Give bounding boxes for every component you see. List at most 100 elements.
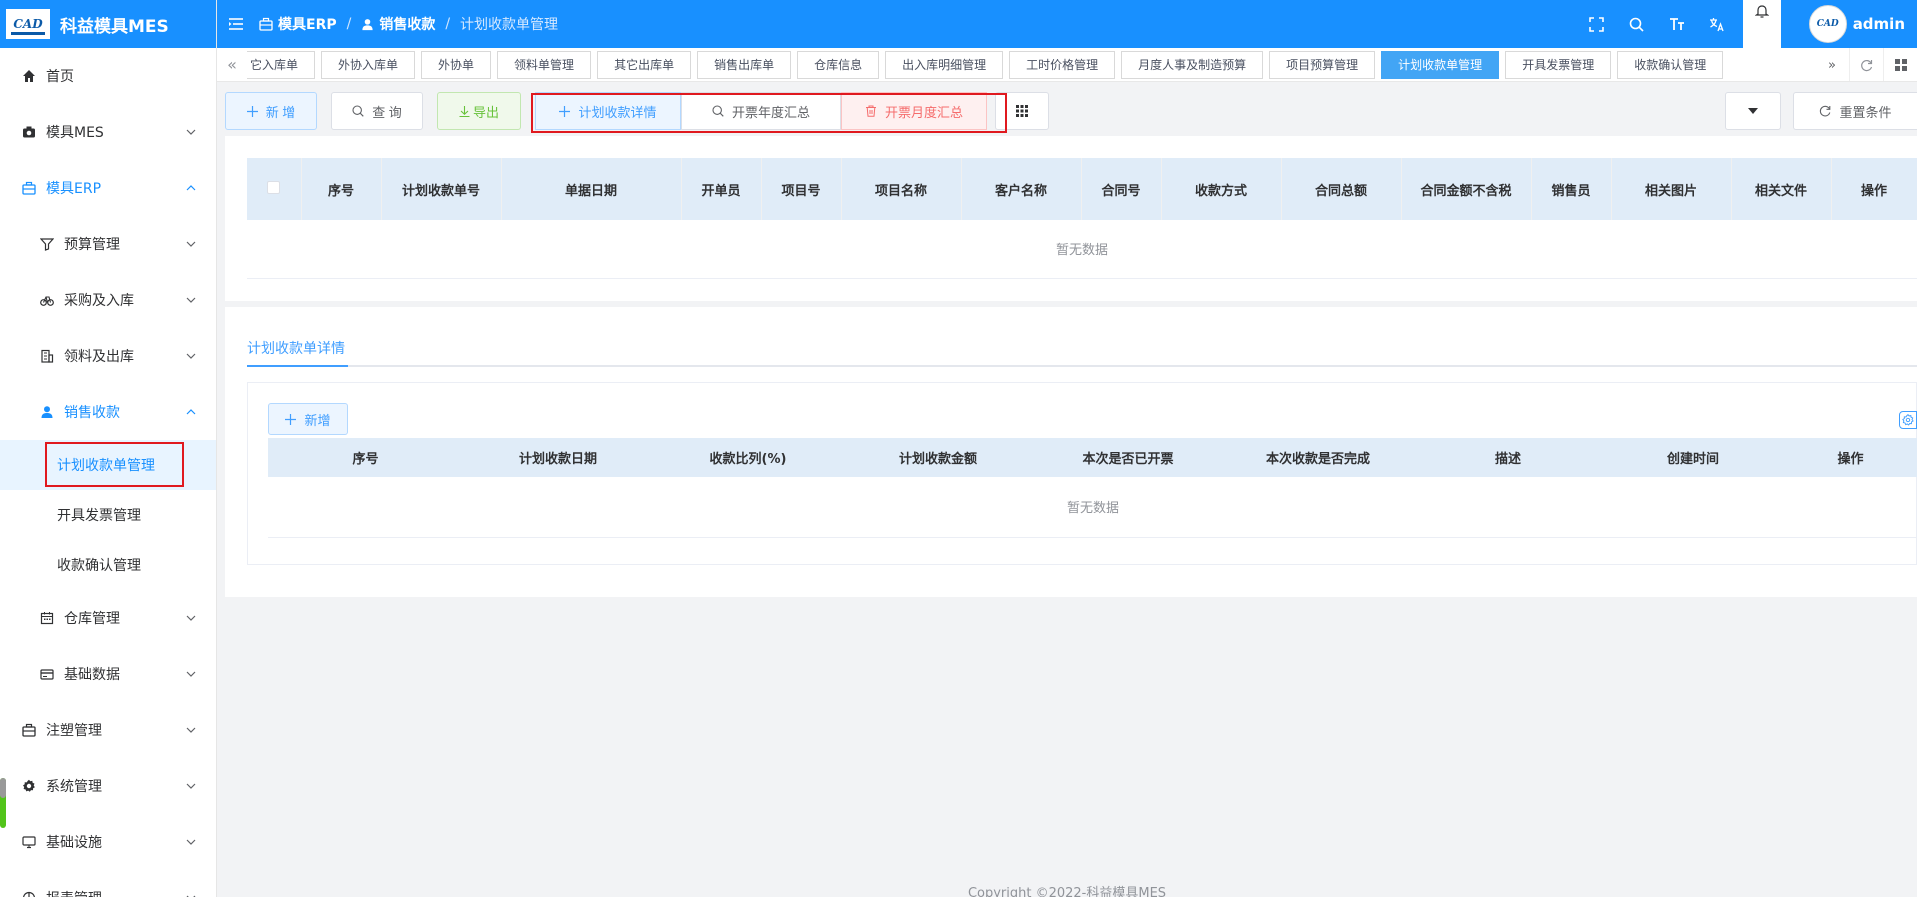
tab-item[interactable]: 外协单 — [421, 50, 492, 79]
font-size-icon[interactable] — [1657, 0, 1697, 48]
breadcrumb-item-sales[interactable]: 销售收款 — [361, 14, 435, 34]
invoice-month-label: 开票月度汇总 — [884, 104, 963, 120]
tab-item[interactable]: 销售出库单 — [697, 50, 792, 79]
breadcrumb-separator: / — [445, 16, 451, 32]
more-dropdown-button[interactable] — [1725, 92, 1781, 130]
tab-item[interactable]: 领料单管理 — [497, 50, 592, 79]
breadcrumb-item-erp[interactable]: 模具ERP — [259, 14, 337, 34]
add-button-label: 新 增 — [265, 104, 296, 120]
chevron-down-icon — [186, 615, 196, 621]
tab-item[interactable]: 其它出库单 — [597, 50, 692, 79]
sidebar-item-injection[interactable]: 注塑管理 — [0, 702, 216, 758]
detail-add-button[interactable]: 新增 — [268, 403, 348, 435]
logo-text: CAD — [13, 17, 43, 31]
column-header: 销售员 — [1531, 158, 1612, 220]
chevron-down-icon — [186, 671, 196, 677]
breadcrumb: 模具ERP / 销售收款 / 计划收款单管理 — [259, 14, 558, 34]
invoice-year-summary-button[interactable]: 开票年度汇总 — [681, 92, 841, 130]
column-header: 项目号 — [761, 158, 842, 220]
tab-item[interactable]: 月度人事及制造预算 — [1121, 50, 1264, 79]
sidebar-item-base-data[interactable]: 基础数据 — [0, 646, 216, 702]
bicycle-icon — [40, 293, 54, 307]
settings-float-button[interactable] — [1899, 411, 1917, 429]
detail-tabs: 计划收款单详情 — [247, 337, 1917, 367]
tabs-scroll-left-icon[interactable]: « — [217, 48, 247, 81]
column-header: 计划收款日期 — [463, 438, 653, 477]
sidebar-item-mold-erp[interactable]: 模具ERP — [0, 160, 216, 216]
notification-button[interactable] — [1742, 0, 1781, 48]
tab-item[interactable]: 出入库明细管理 — [885, 50, 1004, 79]
chevron-down-icon — [186, 783, 196, 789]
sidebar-item-receipt-confirm[interactable]: 收款确认管理 — [0, 540, 216, 590]
column-header: 合同总额 — [1281, 158, 1402, 220]
sidebar-scrollbar-thumb[interactable] — [0, 778, 6, 798]
plan-detail-button[interactable]: 计划收款详情 — [535, 92, 681, 130]
translate-icon[interactable] — [1697, 0, 1737, 48]
column-header: 合同号 — [1081, 158, 1162, 220]
sidebar-item-mold-mes[interactable]: 模具MES — [0, 104, 216, 160]
column-header: 相关图片 — [1611, 158, 1732, 220]
column-header: 项目名称 — [841, 158, 962, 220]
sidebar-item-infrastructure[interactable]: 基础设施 — [0, 814, 216, 870]
sidebar-item-purchase[interactable]: 采购及入库 — [0, 272, 216, 328]
tab-item[interactable]: 计划收款单管理 — [1381, 50, 1500, 79]
chevron-down-icon — [186, 895, 196, 897]
column-header: 本次收款是否完成 — [1223, 438, 1413, 477]
user-menu[interactable]: CAD admin — [1808, 5, 1905, 43]
tab-item[interactable]: 收款确认管理 — [1617, 50, 1724, 79]
column-header: 描述 — [1413, 438, 1603, 477]
grid-menu-icon[interactable] — [1883, 48, 1917, 81]
detail-table: 序号 计划收款日期 收款比列(%) 计划收款金额 本次是否已开票 本次收款是否完成 描述 创建… — [268, 438, 1917, 538]
query-button[interactable]: 查 询 — [331, 92, 423, 130]
grid-icon — [1016, 105, 1028, 117]
export-button-label: 导出 — [472, 104, 499, 120]
fullscreen-icon[interactable] — [1577, 0, 1617, 48]
footer-copyright: Copyright ©2022-科益模具MES — [967, 886, 1167, 897]
tab-item[interactable]: 外协入库单 — [321, 50, 416, 79]
app-title: 科益模具MES — [60, 16, 169, 37]
export-button[interactable]: 导出 — [437, 92, 521, 130]
empty-row: 暂无数据 — [247, 220, 1917, 279]
select-all-checkbox[interactable] — [267, 180, 281, 194]
invoice-month-summary-button[interactable]: 开票月度汇总 — [841, 92, 987, 130]
tab-item[interactable]: 项目预算管理 — [1269, 50, 1376, 79]
hamburger-icon[interactable] — [229, 18, 243, 30]
tab-plan-receipt-detail[interactable]: 计划收款单详情 — [247, 337, 348, 367]
column-settings-button[interactable] — [995, 92, 1049, 130]
chevron-down-icon — [186, 727, 196, 733]
sidebar-item-label: 模具MES — [46, 125, 104, 141]
sidebar-item-label: 系统管理 — [46, 779, 102, 795]
chevron-up-icon — [186, 409, 196, 415]
trash-icon — [865, 105, 877, 117]
tabs-scroll-right-icon[interactable]: » — [1815, 48, 1849, 81]
breadcrumb-current: 计划收款单管理 — [460, 17, 559, 33]
breadcrumb-label: 模具ERP — [278, 17, 337, 33]
invoice-year-label: 开票年度汇总 — [731, 104, 810, 120]
chevron-up-icon — [186, 185, 196, 191]
select-all-cell — [247, 158, 302, 220]
sidebar-item-home[interactable]: 首页 — [0, 48, 216, 104]
sidebar-item-system[interactable]: 系统管理 — [0, 758, 216, 814]
sidebar-item-sales-receipt[interactable]: 销售收款 — [0, 384, 216, 440]
search-icon[interactable] — [1617, 0, 1657, 48]
camera-icon — [22, 125, 36, 139]
sidebar-item-invoice[interactable]: 开具发票管理 — [0, 490, 216, 540]
sidebar-item-budget[interactable]: 预算管理 — [0, 216, 216, 272]
reset-conditions-button[interactable]: 重置条件 — [1793, 92, 1917, 130]
avatar-text: CAD — [1816, 19, 1839, 29]
plus-icon — [246, 105, 258, 117]
sidebar-item-reports[interactable]: 报表管理 — [0, 870, 216, 897]
query-button-label: 查 询 — [372, 104, 402, 120]
tab-item[interactable]: 工时价格管理 — [1009, 50, 1116, 79]
search-icon — [712, 105, 724, 117]
refresh-icon[interactable] — [1849, 48, 1883, 81]
sidebar-item-warehouse[interactable]: 仓库管理 — [0, 590, 216, 646]
column-header: 序号 — [301, 158, 382, 220]
detail-add-label: 新增 — [304, 412, 331, 428]
sidebar-item-material-out[interactable]: 领料及出库 — [0, 328, 216, 384]
sidebar-item-plan-receipt[interactable]: 计划收款单管理 — [0, 440, 216, 490]
tab-item[interactable]: 它入库单 — [247, 50, 316, 79]
add-button[interactable]: 新 增 — [225, 92, 317, 130]
tab-item[interactable]: 仓库信息 — [797, 50, 880, 79]
tab-item[interactable]: 开具发票管理 — [1505, 50, 1612, 79]
